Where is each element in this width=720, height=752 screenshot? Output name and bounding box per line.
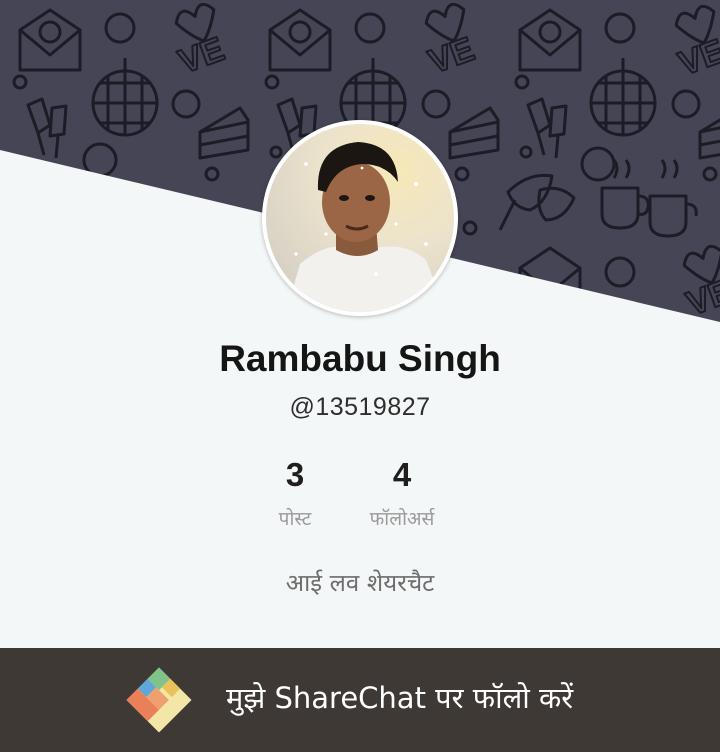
avatar-photo	[266, 124, 454, 312]
stat-followers-label: फॉलोअर्स	[369, 508, 435, 530]
sharechat-logo	[122, 663, 196, 737]
follow-cta-text[interactable]: मुझे ShareChat पर फॉलो करें	[226, 678, 573, 717]
profile-bio: आई लव शेयरचैट	[285, 569, 435, 597]
stat-followers-value: 4	[392, 456, 412, 493]
profile-name: Rambabu Singh	[219, 338, 501, 379]
stat-followers[interactable]: 4 फॉलोअर्स	[332, 455, 472, 531]
avatar[interactable]	[262, 120, 458, 316]
profile-handle: @13519827	[289, 393, 431, 421]
